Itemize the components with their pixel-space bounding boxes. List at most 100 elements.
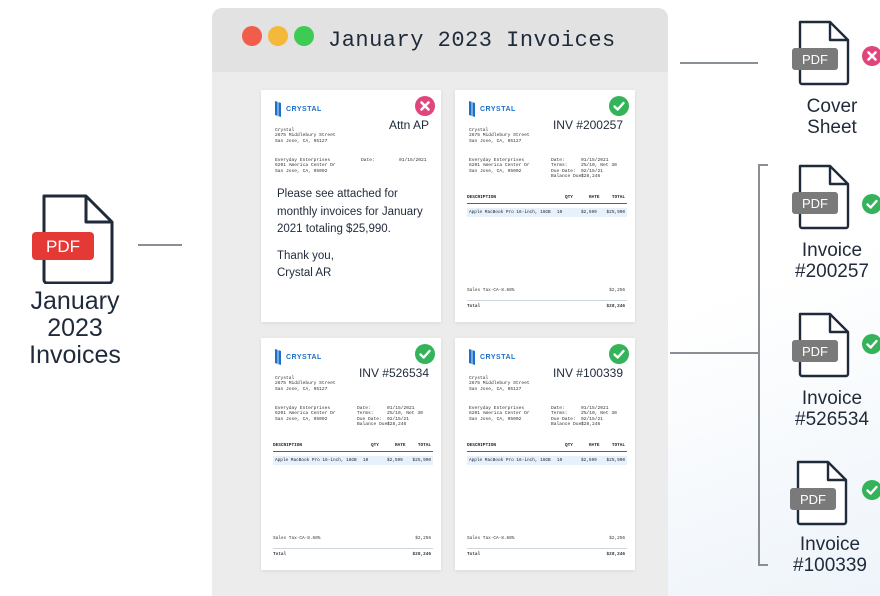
col-total: TOTAL	[417, 443, 431, 448]
total-divider	[467, 548, 627, 549]
logo-text: CRYSTAL	[286, 353, 322, 361]
row-qty: 10	[557, 458, 563, 463]
pdf-badge-text: PDF	[802, 52, 828, 67]
total-label: Total	[467, 552, 481, 557]
cover-body: Please see attached for monthly invoices…	[277, 186, 433, 283]
recipient-address: Everyday Enterprises 6201 America Center …	[275, 406, 336, 422]
row-description: Apple MacBook Pro 16-inch, 16GB	[469, 458, 551, 463]
cover-heading: Attn AP	[388, 118, 429, 132]
crystal-logo-icon	[469, 349, 475, 365]
pdf-file-icon: PDF	[792, 20, 850, 86]
sales-tax-label: Sales Tax-CA-8.68%	[273, 536, 321, 541]
row-rate: $2,599	[581, 210, 597, 215]
source-label-line1: January 2023	[30, 287, 120, 342]
cover-sheet-page[interactable]: CRYSTAL Attn AP Crystal 2675 Middlebury S…	[261, 90, 441, 322]
output-label-line1: Invoice	[799, 534, 861, 555]
table-row: Apple MacBook Pro 16-inch, 16GB 10 $2,59…	[467, 456, 627, 465]
check-icon	[862, 334, 880, 354]
crystal-logo: CRYSTAL	[273, 348, 322, 366]
row-qty: 10	[363, 458, 369, 463]
col-total: TOTAL	[611, 443, 625, 448]
crystal-logo: CRYSTAL	[273, 100, 322, 118]
table-row: Apple MacBook Pro 16-inch, 16GB 10 $2,59…	[467, 208, 627, 217]
source-label-line2: Invoices	[29, 341, 121, 369]
col-description: DESCRIPTION	[467, 195, 496, 200]
col-description: DESCRIPTION	[467, 443, 496, 448]
invoice-meta-labels: Date: Terms: Due Date: Balance Due:	[357, 406, 391, 428]
col-total: TOTAL	[611, 195, 625, 200]
pdf-badge-text: PDF	[802, 344, 828, 359]
row-total: $25,990	[606, 458, 625, 463]
source-label: January 2023 Invoices	[0, 288, 150, 369]
cover-date-value: 01/15/2021	[399, 158, 427, 163]
output-label-line1: Cover	[806, 96, 858, 117]
pdf-badge-text: PDF	[800, 492, 826, 507]
invoice-number: INV #526534	[358, 366, 429, 380]
sender-address: Crystal 2675 Middlebury Street San Jose, C…	[469, 128, 530, 144]
invoice-meta-labels: Date: Terms: Due Date: Balance Due:	[551, 406, 585, 428]
output-label: Invoice #526534	[777, 388, 880, 430]
invoice-page[interactable]: CRYSTAL INV #100339 Crystal 2675 Middlebu…	[455, 338, 635, 570]
total-label: Total	[467, 304, 481, 309]
invoice-number: INV #200257	[552, 118, 623, 132]
table-header: DESCRIPTION QTY RATE TOTAL	[467, 194, 627, 204]
check-icon	[609, 344, 629, 364]
col-rate: RATE	[589, 443, 600, 448]
pdf-file-icon: PDF	[792, 164, 850, 230]
cover-connector	[680, 62, 758, 64]
crystal-logo-icon	[275, 349, 281, 365]
col-rate: RATE	[589, 195, 600, 200]
total-divider	[273, 548, 433, 549]
invoice-meta-values: 01/15/2021 2%/10, Net 30 02/15/21 $28,24…	[581, 406, 617, 428]
col-qty: QTY	[371, 443, 379, 448]
cover-message: Please see attached for monthly invoices…	[277, 188, 423, 235]
output-label-line1: Invoice	[801, 388, 863, 409]
close-dot[interactable]	[242, 26, 262, 46]
cover-date-label: Date:	[361, 158, 375, 163]
check-icon	[415, 344, 435, 364]
total-value: $28,246	[412, 552, 431, 557]
row-rate: $2,599	[387, 458, 403, 463]
col-description: DESCRIPTION	[273, 443, 302, 448]
app-window: January 2023 Invoices CRYSTAL Attn AP Cr…	[212, 8, 668, 596]
sender-address: Crystal 2675 Middlebury Street San Jose, C…	[469, 376, 530, 392]
output-label-line2: #100339	[793, 555, 867, 576]
invoices-connector	[670, 352, 758, 354]
total-row: Total $28,246	[273, 552, 433, 560]
cover-signoff-1: Thank you,	[277, 249, 334, 262]
col-qty: QTY	[565, 443, 573, 448]
sender-address: Crystal 2675 Middlebury Street San Jose, C…	[275, 128, 336, 144]
invoice-meta-values: 01/15/2021 2%/10, Net 30 02/15/21 $28,24…	[387, 406, 423, 428]
invoice-page[interactable]: CRYSTAL INV #200257 Crystal 2675 Middlebu…	[455, 90, 635, 322]
minimize-dot[interactable]	[268, 26, 288, 46]
logo-text: CRYSTAL	[480, 105, 516, 113]
pdf-file-icon: PDF	[32, 194, 114, 284]
check-icon	[862, 194, 880, 214]
col-rate: RATE	[395, 443, 406, 448]
source-connector	[138, 244, 182, 246]
sender-address: Crystal 2675 Middlebury Street San Jose, C…	[275, 376, 336, 392]
invoice-page[interactable]: CRYSTAL INV #526534 Crystal 2675 Middlebu…	[261, 338, 441, 570]
row-total: $25,990	[606, 210, 625, 215]
output-label: Cover Sheet	[777, 96, 880, 138]
row-rate: $2,599	[581, 458, 597, 463]
logo-text: CRYSTAL	[286, 105, 322, 113]
reject-icon	[415, 96, 435, 116]
logo-text: CRYSTAL	[480, 353, 516, 361]
maximize-dot[interactable]	[294, 26, 314, 46]
total-row: Total $28,246	[467, 552, 627, 560]
sales-tax-label: Sales Tax-CA-8.68%	[467, 536, 515, 541]
sales-tax-value: $2,256	[415, 536, 431, 541]
invoices-bracket	[758, 164, 768, 566]
pdf-badge-text: PDF	[802, 196, 828, 211]
total-divider	[467, 300, 627, 301]
sales-tax-value: $2,256	[609, 536, 625, 541]
reject-icon	[862, 46, 880, 66]
table-header: DESCRIPTION QTY RATE TOTAL	[273, 442, 433, 452]
pdf-file-icon: PDF	[792, 312, 850, 378]
total-value: $28,246	[606, 304, 625, 309]
total-row: Total $28,246	[467, 304, 627, 312]
crystal-logo-icon	[275, 101, 281, 117]
output-label: Invoice #100339	[775, 534, 880, 576]
row-qty: 10	[557, 210, 563, 215]
